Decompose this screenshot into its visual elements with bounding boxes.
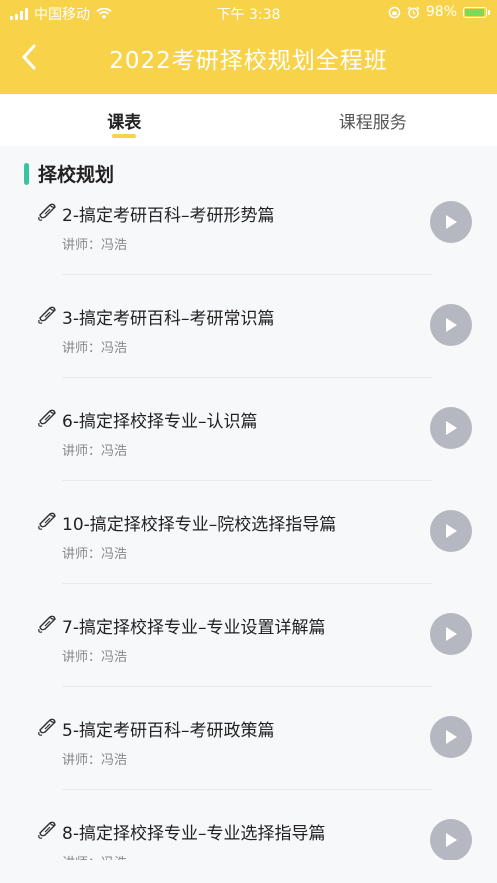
play-icon: [446, 730, 457, 744]
tab-schedule-label: 课表: [107, 113, 142, 133]
play-button[interactable]: [430, 613, 472, 655]
scroll-icon: [38, 615, 56, 633]
section-header: 择校规划: [24, 160, 114, 187]
lesson-item[interactable]: 5-搞定考研百科–考研政策篇 讲师：冯浩: [0, 705, 497, 808]
play-button[interactable]: [430, 819, 472, 860]
status-bar: 中国移动 下午 3:38 98%: [0, 0, 497, 26]
lesson-title: 2-搞定考研百科–考研形势篇: [62, 206, 275, 226]
tab-course-service-label: 课程服务: [338, 113, 407, 133]
battery-icon: [463, 6, 490, 18]
lesson-item[interactable]: 8-搞定择校择专业–专业选择指导篇 讲师：冯浩: [0, 808, 497, 860]
tab-active-indicator: [112, 134, 137, 138]
tab-course-service[interactable]: 课程服务: [249, 94, 497, 146]
play-button[interactable]: [430, 304, 472, 346]
section-accent-bar: [24, 162, 29, 185]
lesson-title: 8-搞定择校择专业–专业选择指导篇: [62, 824, 326, 844]
play-button[interactable]: [430, 716, 472, 758]
lesson-list: 2-搞定考研百科–考研形势篇 讲师：冯浩 3-搞定考研百科–考研常识篇 讲师：冯…: [0, 190, 497, 860]
lesson-item[interactable]: 2-搞定考研百科–考研形势篇 讲师：冯浩: [0, 190, 497, 293]
play-icon: [446, 627, 457, 641]
lesson-title: 3-搞定考研百科–考研常识篇: [62, 309, 275, 329]
play-button[interactable]: [430, 201, 472, 243]
header-bar: 中国移动 下午 3:38 98% 2022考研择校规划全程班: [0, 0, 497, 94]
play-icon: [446, 421, 457, 435]
play-icon: [446, 215, 457, 229]
divider: [62, 274, 432, 275]
lesson-teacher: 讲师：冯浩: [62, 444, 128, 459]
lesson-teacher: 讲师：冯浩: [62, 341, 128, 356]
divider: [62, 789, 432, 790]
lesson-title: 5-搞定考研百科–考研政策篇: [62, 721, 275, 741]
play-icon: [446, 318, 457, 332]
scroll-icon: [38, 718, 56, 736]
scroll-icon: [38, 203, 56, 221]
lesson-teacher: 讲师：冯浩: [62, 650, 128, 665]
lesson-teacher: 讲师：冯浩: [62, 238, 128, 253]
tab-bar: 课表 课程服务: [0, 94, 497, 146]
scroll-icon: [38, 409, 56, 427]
scroll-icon: [38, 306, 56, 324]
play-button[interactable]: [430, 407, 472, 449]
divider: [62, 377, 432, 378]
lesson-teacher: 讲师：冯浩: [62, 852, 127, 860]
play-icon: [446, 524, 457, 538]
lock-rotation-icon: [388, 6, 401, 18]
lesson-teacher: 讲师：冯浩: [62, 753, 128, 768]
play-button[interactable]: [430, 510, 472, 552]
divider: [62, 583, 432, 584]
lesson-item[interactable]: 10-搞定择校择专业–院校选择指导篇 讲师：冯浩: [0, 499, 497, 602]
tab-schedule[interactable]: 课表: [0, 94, 249, 146]
lesson-title: 10-搞定择校择专业–院校选择指导篇: [62, 515, 337, 535]
lesson-item[interactable]: 7-搞定择校择专业–专业设置详解篇 讲师：冯浩: [0, 602, 497, 705]
lesson-title: 7-搞定择校择专业–专业设置详解篇: [62, 618, 326, 638]
divider: [62, 480, 432, 481]
scroll-icon: [38, 821, 56, 839]
lesson-item[interactable]: 3-搞定考研百科–考研常识篇 讲师：冯浩: [0, 293, 497, 396]
lesson-item[interactable]: 6-搞定择校择专业–认识篇 讲师：冯浩: [0, 396, 497, 499]
play-icon: [446, 833, 457, 847]
page-title: 2022考研择校规划全程班: [109, 48, 388, 74]
battery-percent: 98%: [425, 4, 457, 20]
lesson-teacher: 讲师：冯浩: [62, 547, 128, 562]
section-title: 择校规划: [38, 164, 115, 186]
divider: [62, 686, 432, 687]
scroll-icon: [38, 512, 56, 530]
alarm-icon: [407, 5, 420, 18]
lesson-title: 6-搞定择校择专业–认识篇: [62, 412, 258, 432]
